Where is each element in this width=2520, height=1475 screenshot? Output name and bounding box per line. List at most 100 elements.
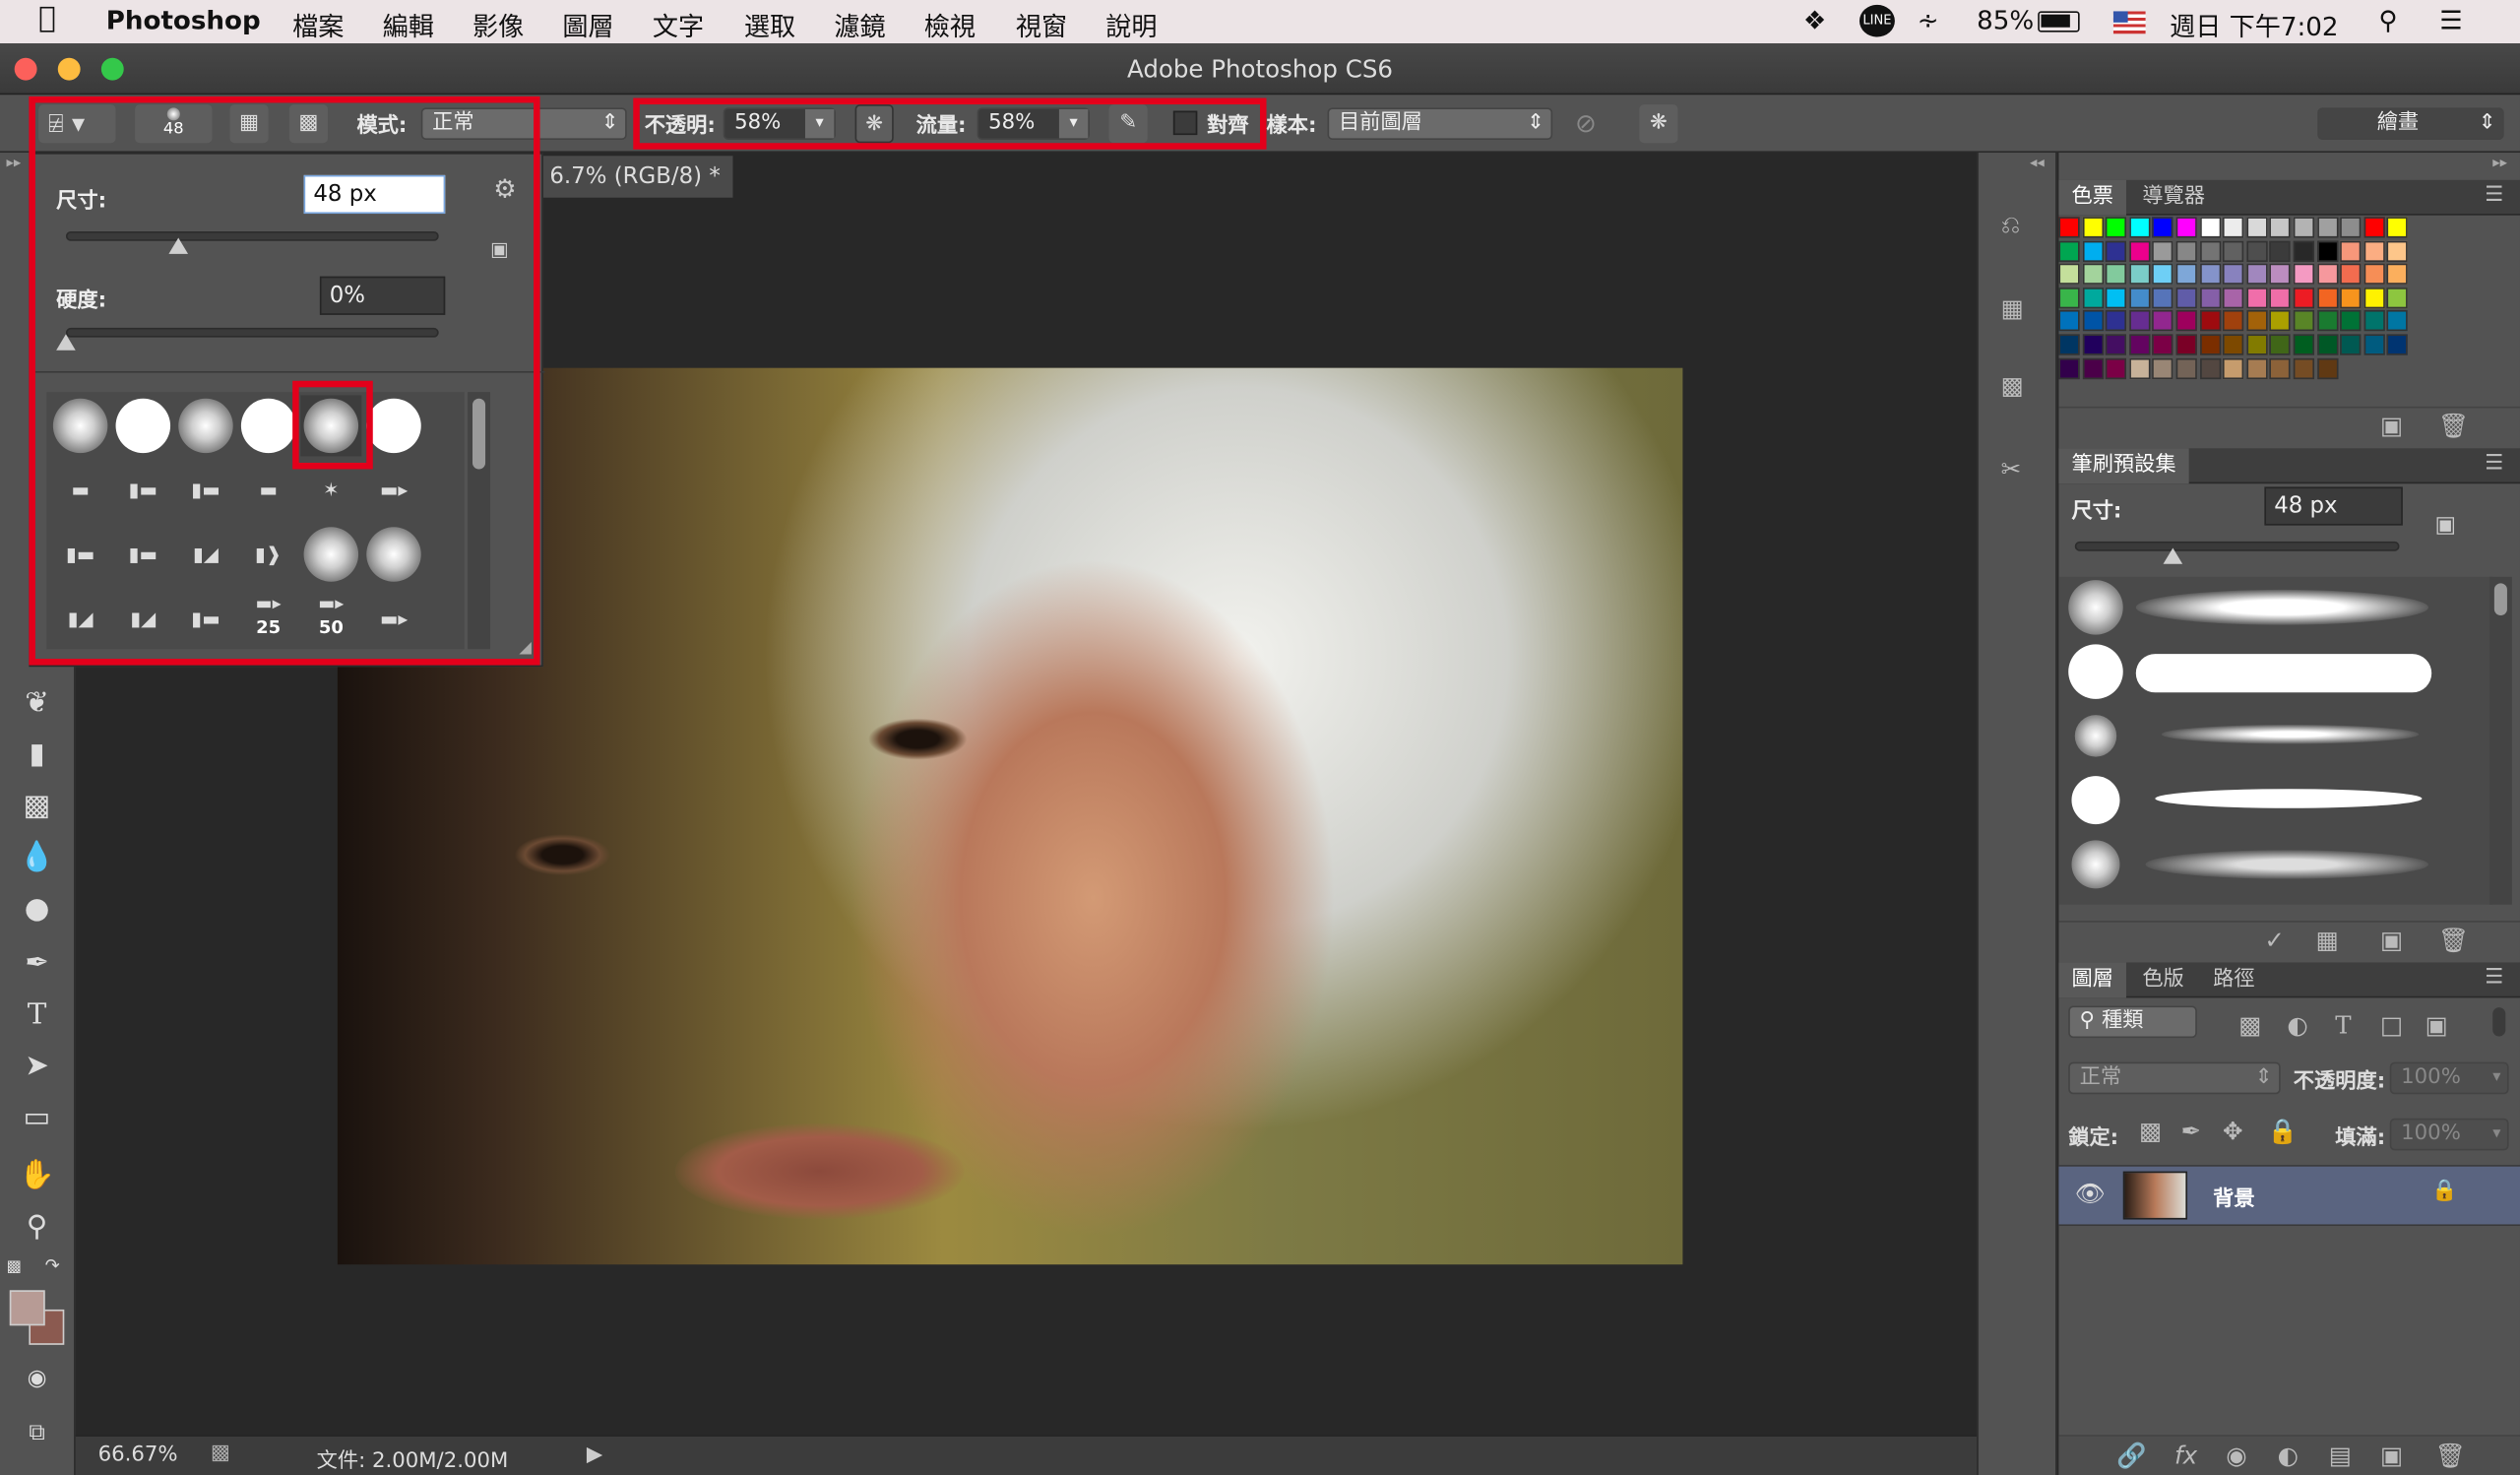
color-swatch[interactable] bbox=[2152, 357, 2174, 379]
hand-tool-icon[interactable]: ✋ bbox=[13, 1155, 61, 1196]
brush-preset-item[interactable] bbox=[2065, 641, 2438, 702]
preset-size-input[interactable]: 48 px bbox=[2264, 486, 2403, 526]
tab-paths[interactable]: 路徑 bbox=[2200, 962, 2268, 997]
color-swatch[interactable] bbox=[2316, 357, 2338, 379]
panel-menu-icon[interactable]: ☰ bbox=[2485, 966, 2503, 990]
color-swatch[interactable] bbox=[2293, 334, 2315, 355]
color-swatch[interactable] bbox=[2246, 310, 2268, 332]
color-swatch[interactable] bbox=[2269, 287, 2292, 308]
screen-mode-icon[interactable]: ⧉ bbox=[13, 1412, 61, 1453]
reset-size-icon[interactable]: ▣ bbox=[2434, 513, 2456, 539]
menu-window[interactable]: 視窗 bbox=[1016, 5, 1067, 43]
color-swatch[interactable] bbox=[2128, 310, 2151, 332]
path-selection-tool-icon[interactable]: ➤ bbox=[13, 1046, 61, 1087]
toggle-brush-panel-icon[interactable]: ✓ bbox=[2264, 926, 2285, 954]
color-swatch[interactable] bbox=[2363, 287, 2385, 308]
collapse-tools-icon[interactable]: ▸▸ bbox=[7, 156, 22, 171]
brush-panel-icon[interactable]: ▦ bbox=[2001, 294, 2024, 323]
brush-grid-icon[interactable]: ▦ bbox=[2316, 926, 2339, 954]
color-swatch[interactable] bbox=[2387, 217, 2409, 238]
fill-input[interactable]: 100% ▾ bbox=[2389, 1118, 2509, 1151]
color-swatch[interactable] bbox=[2387, 334, 2409, 355]
color-swatch[interactable] bbox=[2106, 334, 2127, 355]
color-swatch[interactable] bbox=[2293, 310, 2315, 332]
filter-toggle-switch[interactable] bbox=[2492, 1007, 2506, 1037]
brush-preset-item[interactable] bbox=[2065, 834, 2438, 895]
zoom-level[interactable]: 66.67% bbox=[98, 1443, 178, 1466]
link-layers-icon[interactable]: 🔗 bbox=[2116, 1442, 2147, 1470]
swap-colors-icon[interactable]: ↷ bbox=[45, 1254, 60, 1275]
color-swatch[interactable] bbox=[2175, 240, 2197, 262]
color-swatch[interactable] bbox=[2152, 240, 2174, 262]
color-swatch[interactable] bbox=[2387, 287, 2409, 308]
color-swatch[interactable] bbox=[2246, 357, 2268, 379]
notification-center-icon[interactable]: ☰ bbox=[2439, 5, 2462, 35]
filter-shape-icon[interactable]: □ bbox=[2380, 1010, 2403, 1039]
color-swatch[interactable] bbox=[2223, 240, 2244, 262]
color-swatch[interactable] bbox=[2223, 310, 2244, 332]
status-arrow-icon[interactable]: ▶ bbox=[587, 1443, 602, 1466]
new-swatch-icon[interactable]: ▣ bbox=[2380, 412, 2403, 440]
menu-select[interactable]: 選取 bbox=[744, 5, 795, 43]
expand-panels-icon[interactable]: ▸▸ bbox=[2492, 156, 2507, 171]
blur-tool-icon[interactable]: 💧 bbox=[13, 837, 61, 878]
color-swatch[interactable] bbox=[2152, 217, 2174, 238]
filter-smart-object-icon[interactable]: ▣ bbox=[2426, 1010, 2448, 1039]
layer-row[interactable]: 👁 背景 🔒 bbox=[2058, 1165, 2520, 1227]
color-swatch[interactable] bbox=[2175, 217, 2197, 238]
color-swatch[interactable] bbox=[2363, 217, 2385, 238]
color-swatch[interactable] bbox=[2340, 287, 2362, 308]
new-layer-icon[interactable]: ▣ bbox=[2380, 1442, 2403, 1470]
color-swatch[interactable] bbox=[2106, 287, 2127, 308]
color-swatch[interactable] bbox=[2269, 357, 2292, 379]
delete-preset-icon[interactable]: 🗑 bbox=[2438, 926, 2469, 954]
color-swatch[interactable] bbox=[2363, 263, 2385, 286]
eraser-tool-icon[interactable]: ▮ bbox=[13, 735, 61, 776]
layer-style-fx-icon[interactable]: fx bbox=[2174, 1442, 2197, 1470]
type-tool-icon[interactable]: T bbox=[13, 994, 61, 1036]
collapse-dock-icon[interactable]: ◂◂ bbox=[2030, 156, 2045, 171]
color-swatch[interactable] bbox=[2246, 217, 2268, 238]
delete-layer-icon[interactable]: 🗑 bbox=[2434, 1442, 2465, 1470]
rectangle-tool-icon[interactable]: ▭ bbox=[13, 1098, 61, 1139]
layer-thumbnail[interactable] bbox=[2122, 1171, 2188, 1220]
color-swatch[interactable] bbox=[2316, 287, 2338, 308]
preset-list-scrollbar[interactable] bbox=[2488, 576, 2512, 905]
color-swatch[interactable] bbox=[2293, 240, 2315, 262]
color-swatch[interactable] bbox=[2269, 310, 2292, 332]
color-swatch[interactable] bbox=[2363, 310, 2385, 332]
color-swatch[interactable] bbox=[2082, 287, 2104, 308]
color-swatch[interactable] bbox=[2199, 334, 2221, 355]
color-swatch[interactable] bbox=[2269, 240, 2292, 262]
color-swatch[interactable] bbox=[2128, 217, 2151, 238]
color-swatch[interactable] bbox=[2316, 217, 2338, 238]
menu-type[interactable]: 文字 bbox=[653, 5, 704, 43]
menu-file[interactable]: 檔案 bbox=[292, 5, 344, 43]
color-swatch[interactable] bbox=[2199, 357, 2221, 379]
adjustment-layer-icon[interactable]: ◐ bbox=[2277, 1442, 2298, 1470]
color-swatch[interactable] bbox=[2106, 240, 2127, 262]
ignore-adjustment-icon[interactable]: ⊘ bbox=[1575, 107, 1597, 138]
color-swatch[interactable] bbox=[2387, 310, 2409, 332]
add-mask-icon[interactable]: ◉ bbox=[2226, 1442, 2246, 1470]
color-swatch[interactable] bbox=[2246, 263, 2268, 286]
tab-brush-presets[interactable]: 筆刷預設集 bbox=[2058, 448, 2189, 484]
color-swatch[interactable] bbox=[2293, 287, 2315, 308]
layer-blend-mode-select[interactable]: 正常 ⇕ bbox=[2068, 1061, 2281, 1095]
color-swatch[interactable] bbox=[2340, 334, 2362, 355]
color-swatch[interactable] bbox=[2387, 263, 2409, 286]
zoom-tool-icon[interactable]: ⚲ bbox=[13, 1206, 61, 1248]
new-preset-icon[interactable]: ▣ bbox=[2380, 926, 2403, 954]
apple-icon[interactable]:  bbox=[38, 2, 56, 35]
color-swatch[interactable] bbox=[2058, 263, 2080, 286]
layer-filter-kind-select[interactable]: ⚲ 種類 bbox=[2068, 1005, 2197, 1039]
quick-mask-icon[interactable]: ◉ bbox=[13, 1358, 61, 1399]
color-swatch[interactable] bbox=[2316, 310, 2338, 332]
color-swatch[interactable] bbox=[2058, 287, 2080, 308]
color-swatch[interactable] bbox=[2246, 287, 2268, 308]
color-swatch[interactable] bbox=[2316, 240, 2338, 262]
preset-size-slider-thumb[interactable] bbox=[2162, 547, 2182, 564]
color-swatch[interactable] bbox=[2082, 263, 2104, 286]
color-swatch[interactable] bbox=[2082, 310, 2104, 332]
menu-layer[interactable]: 圖層 bbox=[562, 5, 613, 43]
